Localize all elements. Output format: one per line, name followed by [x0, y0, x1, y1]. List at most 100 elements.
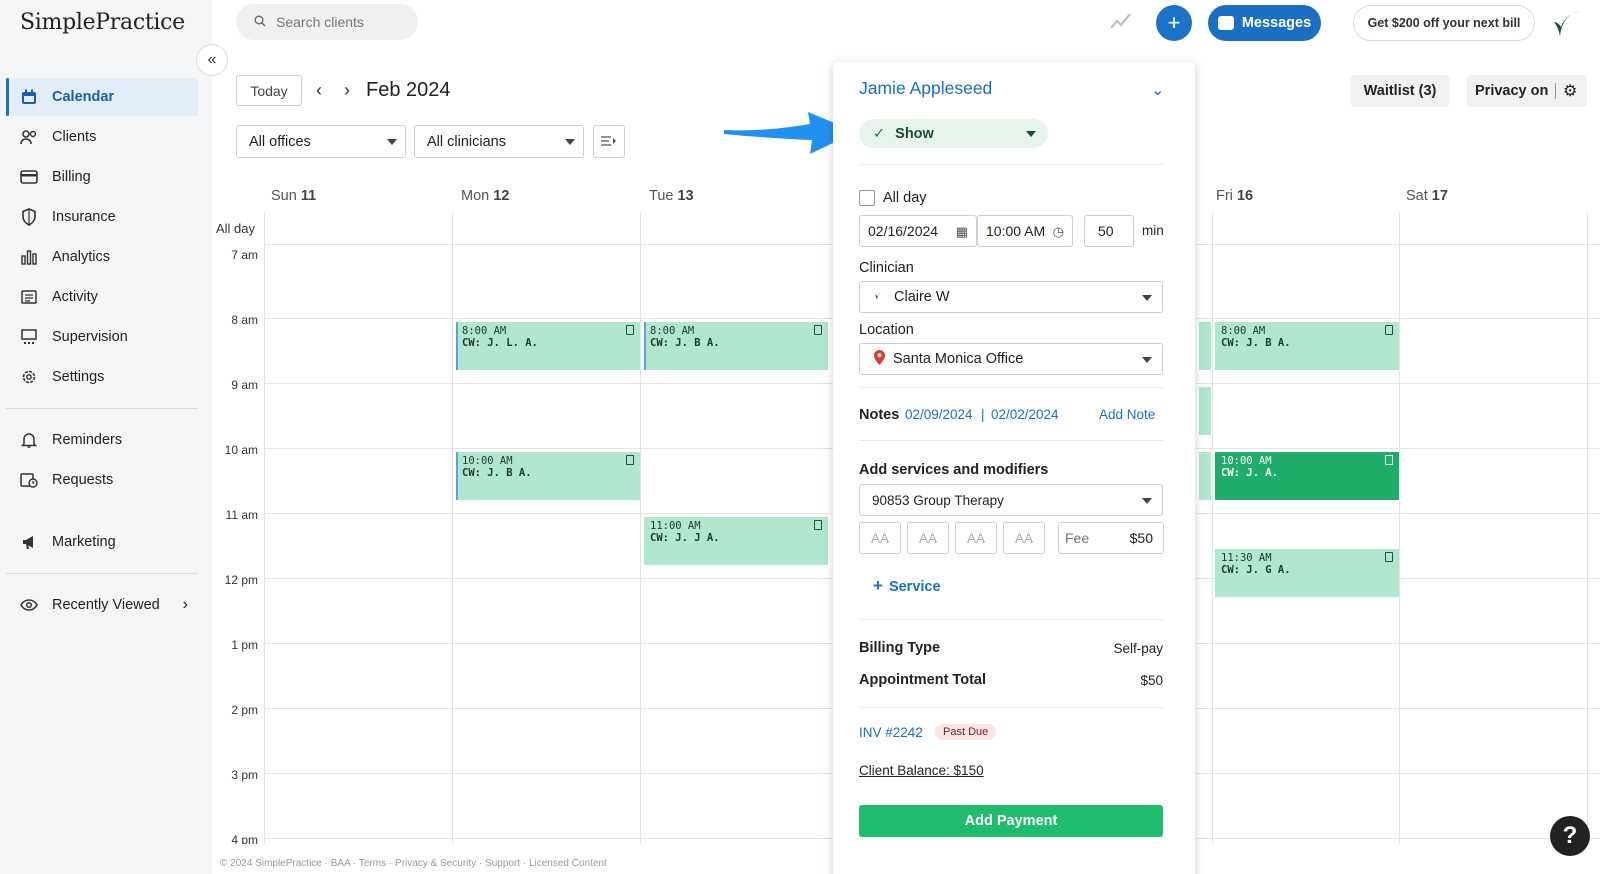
divider — [859, 619, 1163, 620]
collapse-sidebar-button[interactable]: « — [196, 44, 228, 76]
double-chevron-left-icon: « — [207, 51, 217, 68]
create-button[interactable]: + — [1156, 5, 1192, 41]
appointment-event[interactable]: 11:30 AM CW: J. G A. — [1215, 549, 1399, 597]
help-button[interactable]: ? — [1550, 816, 1590, 856]
date-input[interactable]: 02/16/2024 ▦ — [859, 215, 977, 247]
grid-line — [1587, 212, 1588, 844]
fee-input[interactable]: Fee $50 — [1058, 522, 1164, 554]
time-value: 10:00 AM — [986, 223, 1046, 239]
plus-icon: + — [873, 576, 883, 595]
day-number: 13 — [677, 188, 694, 204]
waitlist-button[interactable]: Waitlist (3) — [1351, 75, 1449, 107]
appointment-event[interactable]: 10:00 AM CW: J. B A. — [456, 452, 640, 500]
event-client: CW: J. A. — [1221, 467, 1278, 479]
sidebar-item-label: Supervision — [52, 329, 128, 345]
clinician-filter[interactable]: All clinicians — [414, 125, 584, 158]
caret-down-icon — [565, 139, 575, 145]
sidebar-item-activity[interactable]: Activity — [6, 278, 198, 316]
sidebar-item-label: Calendar — [52, 89, 115, 105]
footer-links[interactable]: © 2024 SimplePractice · BAA · Terms · Pr… — [220, 858, 607, 869]
duration-unit: min — [1142, 223, 1164, 238]
check-icon: ✓ — [873, 125, 886, 142]
service-select[interactable]: 90853 Group Therapy — [859, 484, 1163, 516]
invoice-link[interactable]: INV #2242 — [859, 725, 923, 740]
sidebar-item-insurance[interactable]: Insurance — [6, 198, 198, 236]
modifier-input[interactable]: AA — [859, 522, 901, 554]
note-link[interactable]: 02/02/2024 — [991, 407, 1059, 422]
all-day-checkbox[interactable] — [859, 190, 875, 206]
add-note-link[interactable]: Add Note — [1099, 407, 1155, 422]
appointment-event[interactable]: 8:00 AM CW: J. L. A. — [456, 322, 640, 370]
sidebar-item-clients[interactable]: Clients — [6, 118, 198, 156]
note-link[interactable]: 02/09/2024 — [905, 407, 973, 422]
chevron-down-icon[interactable]: ⌄ — [1151, 80, 1164, 100]
messages-button[interactable]: Messages — [1208, 5, 1321, 41]
date-value: 02/16/2024 — [868, 223, 939, 239]
time-label: 12 pm — [224, 573, 258, 587]
view-options-button[interactable] — [593, 125, 625, 158]
day-header-mon[interactable]: Mon 12 — [461, 188, 509, 204]
sidebar-item-billing[interactable]: Billing — [6, 158, 198, 196]
add-service-button[interactable]: + Service — [873, 576, 941, 596]
avatar[interactable] — [1552, 8, 1584, 38]
next-week-button[interactable]: › — [344, 80, 350, 101]
sidebar-item-reminders[interactable]: Reminders — [6, 421, 198, 459]
appointment-event[interactable] — [1199, 452, 1211, 500]
grid-line — [1399, 212, 1400, 844]
promo-button[interactable]: Get $200 off your next bill — [1353, 5, 1535, 41]
location-select[interactable]: Santa Monica Office — [859, 343, 1163, 375]
add-payment-button[interactable]: Add Payment — [859, 805, 1163, 837]
day-header-fri[interactable]: Fri 16 — [1216, 188, 1253, 204]
logo[interactable]: SimplePractice — [20, 10, 185, 35]
event-client: CW: J. L. A. — [462, 337, 538, 349]
event-client: CW: J. B A. — [650, 337, 720, 349]
day-header-sat[interactable]: Sat 17 — [1406, 188, 1448, 204]
time-label: 1 pm — [231, 638, 258, 652]
privacy-toggle[interactable]: Privacy on ⚙ — [1467, 75, 1587, 107]
status-badge: Past Due — [935, 724, 997, 740]
trend-icon[interactable] — [1110, 12, 1132, 30]
event-time: 10:00 AM — [462, 455, 513, 467]
billing-type-label: Billing Type — [859, 640, 941, 656]
divider — [859, 164, 1163, 165]
appointment-event-selected[interactable]: 10:00 AM CW: J. A. — [1215, 452, 1399, 500]
sidebar-item-supervision[interactable]: Supervision — [6, 318, 198, 356]
time-input[interactable]: 10:00 AM ◷ — [977, 215, 1073, 247]
caret-down-icon — [1026, 131, 1036, 137]
search-input[interactable]: Search clients — [236, 4, 418, 40]
modifier-input[interactable]: AA — [907, 522, 949, 554]
modifier-input[interactable]: AA — [1003, 522, 1045, 554]
clinician-select[interactable]: Claire W — [859, 281, 1163, 313]
modifier-input[interactable]: AA — [955, 522, 997, 554]
sidebar-item-calendar[interactable]: Calendar — [6, 78, 198, 116]
sidebar-item-marketing[interactable]: Marketing — [6, 523, 198, 561]
attendance-status-select[interactable]: ✓ Show — [859, 119, 1048, 148]
event-time: 8:00 AM — [650, 325, 695, 337]
sidebar-item-recently-viewed[interactable]: Recently Viewed › — [6, 586, 198, 624]
prev-week-button[interactable]: ‹ — [316, 80, 322, 101]
appointment-event[interactable]: 8:00 AM CW: J. B A. — [644, 322, 828, 370]
duration-input[interactable]: 50 — [1084, 215, 1134, 247]
appointment-event[interactable] — [1199, 322, 1211, 370]
day-name: Sat — [1406, 188, 1428, 204]
today-button[interactable]: Today — [236, 75, 302, 106]
office-filter[interactable]: All offices — [236, 125, 406, 158]
sidebar-item-label: Billing — [52, 169, 91, 185]
client-name-link[interactable]: Jamie Appleseed — [859, 78, 992, 99]
appointment-event[interactable]: 8:00 AM CW: J. B A. — [1215, 322, 1399, 370]
day-header-tue[interactable]: Tue 13 — [649, 188, 694, 204]
appointment-event[interactable]: 11:00 AM CW: J. J A. — [644, 517, 828, 565]
sidebar-item-requests[interactable]: Requests — [6, 461, 198, 499]
client-balance-link[interactable]: Client Balance: $150 — [859, 763, 984, 778]
appointment-event[interactable] — [1199, 387, 1211, 435]
gear-icon — [20, 368, 38, 386]
caret-down-icon — [1142, 295, 1152, 301]
day-number: 16 — [1236, 188, 1254, 204]
day-header-sun[interactable]: Sun 11 — [271, 188, 316, 204]
add-service-label: Service — [888, 579, 941, 595]
calendar-icon — [20, 88, 38, 106]
gear-icon[interactable]: ⚙ — [1563, 81, 1577, 101]
location-value: Santa Monica Office — [893, 351, 1024, 367]
sidebar-item-analytics[interactable]: Analytics — [6, 238, 198, 276]
sidebar-item-settings[interactable]: Settings — [6, 358, 198, 396]
